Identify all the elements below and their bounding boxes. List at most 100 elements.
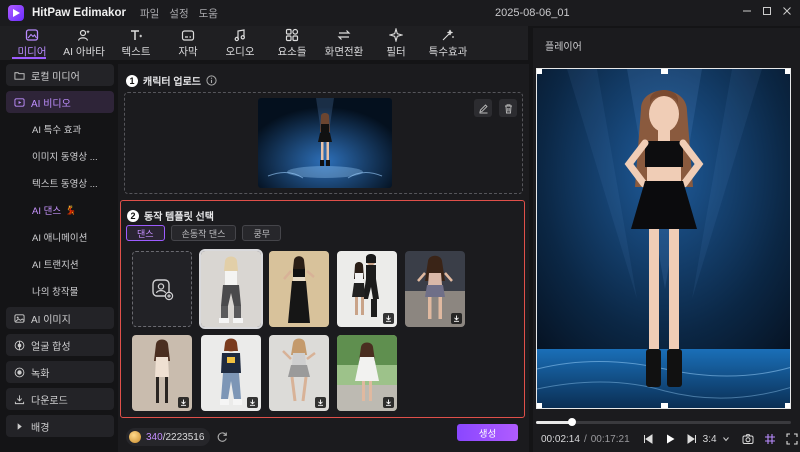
info-icon[interactable] <box>206 75 217 86</box>
player-panel: 플레이어 00:02:14 / 00:17:21 3:4 <box>533 28 800 452</box>
coin-icon <box>129 431 141 443</box>
grid-icon[interactable] <box>764 433 776 445</box>
template-thumbnail[interactable] <box>269 251 329 327</box>
download-icon[interactable] <box>315 397 326 408</box>
minimize-icon[interactable] <box>742 6 752 16</box>
playback-scrubber[interactable] <box>536 418 791 426</box>
step1-number: 1 <box>126 74 138 87</box>
caret-right-icon <box>17 422 22 430</box>
chevron-down-icon[interactable] <box>722 435 730 443</box>
sidebar-sub-ai-transition[interactable]: AI 트랜지션 <box>6 253 114 275</box>
tab-audio-label: 오디오 <box>225 45 255 58</box>
sidebar-item-label: AI 비디오 <box>31 98 71 110</box>
tab-ai-avatar[interactable]: AI 아바타 <box>58 26 110 60</box>
menu-help[interactable]: 도움 <box>199 6 218 21</box>
main-toolbar: 미디어 AI 아바타 텍스트 자막 오디오 요소들 화면전환 필터 특수효과 <box>0 26 528 60</box>
template-thumbnail[interactable] <box>337 335 397 411</box>
ai-dance-panel: 1 캐릭터 업로드 2 동작 템플릿 선택 댄스 손동작 댄스 쿵무 340 /… <box>118 64 529 452</box>
sidebar-sub-ai-dance[interactable]: AI 댄스 💃 <box>6 199 114 221</box>
resize-handle[interactable] <box>537 403 542 408</box>
tab-ai-avatar-label: AI 아바타 <box>63 45 105 58</box>
tab-effects[interactable]: 특수효과 <box>422 26 474 60</box>
window-controls <box>742 6 792 16</box>
tab-filter[interactable]: 필터 <box>370 26 422 60</box>
tab-hand-dance[interactable]: 손동작 댄스 <box>170 225 237 241</box>
camera-icon[interactable] <box>742 433 754 445</box>
tab-elements[interactable]: 요소들 <box>266 26 318 60</box>
resize-handle[interactable] <box>785 69 790 74</box>
download-icon[interactable] <box>383 313 394 324</box>
video-preview[interactable] <box>536 68 791 409</box>
resize-handle[interactable] <box>785 403 790 408</box>
media-icon <box>25 28 39 41</box>
tab-subtitle[interactable]: 자막 <box>162 26 214 60</box>
sidebar-item-label: AI 이미지 <box>31 314 71 326</box>
sidebar-item-ai-image[interactable]: AI 이미지 <box>6 307 114 329</box>
folder-icon <box>14 71 25 80</box>
credit-counter: 340 /2223516 <box>126 428 211 446</box>
template-thumbnail[interactable] <box>201 335 261 411</box>
step-back-icon[interactable] <box>642 433 654 445</box>
sidebar-sub-image-to-video[interactable]: 이미지 동영상 ... <box>6 145 114 167</box>
download-icon[interactable] <box>178 397 189 408</box>
tab-media[interactable]: 미디어 <box>6 26 58 60</box>
generate-button[interactable]: 생성 <box>457 424 518 441</box>
resize-handle[interactable] <box>661 69 668 74</box>
resize-handle[interactable] <box>537 69 542 74</box>
delete-button[interactable] <box>499 99 517 117</box>
music-icon <box>234 28 245 41</box>
edit-button[interactable] <box>474 99 492 117</box>
maximize-icon[interactable] <box>762 6 772 16</box>
refresh-icon[interactable] <box>216 431 228 443</box>
download-icon[interactable] <box>247 397 258 408</box>
sidebar-sub-ai-animation[interactable]: AI 애니메이션 <box>6 226 114 248</box>
transition-icon <box>337 29 351 40</box>
download-icon[interactable] <box>383 397 394 408</box>
add-custom-template-button[interactable] <box>132 251 192 327</box>
sidebar-item-local-media[interactable]: 로컬 미디어 <box>6 64 114 86</box>
template-thumbnail[interactable] <box>132 335 192 411</box>
aspect-ratio-select[interactable]: 3:4 <box>703 434 717 445</box>
sidebar-sub-text-to-video[interactable]: 텍스트 동영상 ... <box>6 172 114 194</box>
sidebar-item-ai-video[interactable]: AI 비디오 <box>6 91 114 113</box>
dancer-icon: 💃 <box>65 204 77 215</box>
sidebar-item-label: 배경 <box>31 422 50 434</box>
subtitle-icon <box>181 29 195 41</box>
project-title: 2025-08-06_01 <box>495 7 570 19</box>
scrubber-knob[interactable] <box>567 418 576 426</box>
tab-text[interactable]: 텍스트 <box>110 26 162 60</box>
download-icon <box>14 394 25 404</box>
app-logo <box>8 5 24 21</box>
step-forward-icon[interactable] <box>686 433 698 445</box>
template-thumbnail[interactable] <box>405 251 465 327</box>
character-upload-area[interactable] <box>124 92 523 194</box>
menu-settings[interactable]: 설정 <box>169 6 188 21</box>
credits-used: 340 <box>146 431 163 443</box>
menu-file[interactable]: 파일 <box>140 6 159 21</box>
sidebar-item-background[interactable]: 배경 <box>6 415 114 437</box>
tab-audio[interactable]: 오디오 <box>214 26 266 60</box>
fullscreen-icon[interactable] <box>786 433 798 445</box>
effects-icon <box>442 29 454 40</box>
sidebar-item-face-swap[interactable]: 얼굴 합성 <box>6 334 114 356</box>
sidebar-item-label: 로컬 미디어 <box>31 71 80 83</box>
text-icon <box>131 29 142 40</box>
template-thumbnail[interactable] <box>199 249 263 329</box>
sidebar-sub-ai-effects[interactable]: AI 특수 효과 <box>6 118 114 140</box>
play-icon[interactable] <box>664 433 676 445</box>
tab-dance[interactable]: 댄스 <box>126 225 165 241</box>
step1-header: 1 캐릭터 업로드 <box>126 73 217 88</box>
sidebar-item-record[interactable]: 녹화 <box>6 361 114 383</box>
tab-kungmu[interactable]: 쿵무 <box>242 225 282 241</box>
total-time: 00:17:21 <box>590 433 630 445</box>
resize-handle[interactable] <box>661 403 668 408</box>
template-thumbnail[interactable] <box>269 335 329 411</box>
template-thumbnail[interactable] <box>337 251 397 327</box>
download-icon[interactable] <box>451 313 462 324</box>
sidebar-sub-my-creations[interactable]: 나의 창작물 <box>6 280 114 302</box>
close-icon[interactable] <box>782 6 792 16</box>
tab-transition[interactable]: 화면전환 <box>318 26 370 60</box>
sidebar-item-download[interactable]: 다운로드 <box>6 388 114 410</box>
sidebar-item-label: 다운로드 <box>31 395 68 407</box>
ai-video-icon <box>14 97 25 107</box>
